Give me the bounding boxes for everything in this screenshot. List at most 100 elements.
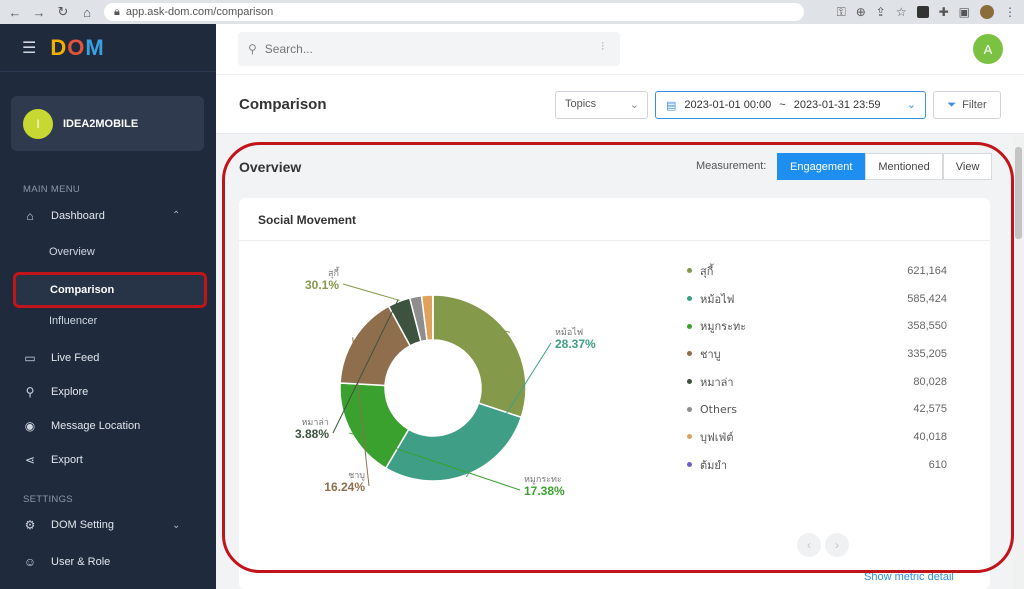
sidebar-item-overview[interactable]: Overview <box>49 246 95 258</box>
scrollbar-thumb[interactable] <box>1015 147 1022 239</box>
profile-avatar[interactable] <box>980 5 994 19</box>
sidebar-item-dashboard[interactable]: ⌂ Dashboard <box>23 209 105 223</box>
legend-item[interactable]: สุกี้ 621,164 <box>687 257 957 285</box>
legend-label: บุฟเฟ่ต์ <box>700 430 734 444</box>
legend-value: 585,424 <box>907 292 947 305</box>
legend-value: 40,018 <box>913 430 947 443</box>
legend-value: 621,164 <box>907 264 947 277</box>
back-icon[interactable]: ← <box>8 5 22 20</box>
next-page-button[interactable]: › <box>825 533 849 557</box>
extension-icon[interactable] <box>916 6 929 18</box>
legend-item[interactable]: Others 42,575 <box>687 395 957 423</box>
chevron-down-icon: ⌄ <box>629 99 639 111</box>
legend-item[interactable]: ต้มยำ 610 <box>687 451 957 479</box>
home-icon[interactable]: ⌂ <box>80 5 94 20</box>
date-range-picker[interactable]: ▤ 2023-01-01 00:00 ~ 2023-01-31 23:59 ⌄ <box>655 91 926 119</box>
donut-slice[interactable] <box>384 402 523 482</box>
page-header: Comparison Topics ⌄ ▤ 2023-01-01 00:00 ~… <box>216 74 1024 134</box>
reload-icon[interactable]: ↻ <box>56 4 70 20</box>
menu-dots-icon[interactable]: ⋮ <box>1004 5 1016 19</box>
overview-title: Overview <box>239 159 302 175</box>
mentioned-button[interactable]: Mentioned <box>865 153 943 180</box>
chevron-down-icon: ⌄ <box>906 99 916 111</box>
search-input[interactable] <box>264 42 565 56</box>
sidebar-item-label: Live Feed <box>51 352 100 364</box>
legend-item[interactable]: หมาล่า 80,028 <box>687 368 957 396</box>
legend-item[interactable]: หม้อไฟ 585,424 <box>687 285 957 313</box>
scrollbar[interactable] <box>1013 135 1024 589</box>
sidepanel-icon[interactable]: ▣ <box>959 5 970 19</box>
filter-button[interactable]: ⏷ Filter <box>933 91 1001 119</box>
url-text: app.ask-dom.com/comparison <box>125 6 274 18</box>
funnel-icon: ⏷ <box>947 98 957 111</box>
chevron-up-icon[interactable]: ⌃ <box>172 210 180 221</box>
share-icon[interactable]: ⇪ <box>876 5 886 19</box>
top-bar: ⚲ ⫶ A <box>216 24 1024 74</box>
date-end: 2023-01-31 23:59 <box>793 99 881 111</box>
key-icon[interactable]: ⚿ <box>837 5 846 20</box>
legend-value: 358,550 <box>907 320 947 333</box>
legend-label: หม้อไฟ <box>700 292 735 306</box>
sidebar-item-influencer[interactable]: Influencer <box>49 315 97 327</box>
sidebar-item-comparison[interactable]: Comparison <box>13 272 207 308</box>
location-pin-icon: ◉ <box>24 419 36 433</box>
slice-percent-label: 28.37% <box>555 337 596 351</box>
gear-icon: ⚙ <box>24 518 36 532</box>
date-separator: ~ <box>779 99 786 111</box>
prev-page-button[interactable]: ‹ <box>797 533 821 557</box>
org-avatar: I <box>23 108 53 139</box>
show-metric-detail-link[interactable]: Show metric detail <box>864 571 954 583</box>
slice-percent-label: 16.24% <box>324 480 365 494</box>
legend-dot <box>687 323 692 329</box>
view-button[interactable]: View <box>942 153 993 180</box>
sidebar-item-explore[interactable]: ⚲ Explore <box>23 385 89 399</box>
page-title: Comparison <box>239 96 327 113</box>
legend-pager: ‹ › <box>797 533 849 557</box>
legend-dot <box>687 462 692 468</box>
search-icon: ⚲ <box>25 385 35 399</box>
legend-label: ต้มยำ <box>700 458 728 472</box>
slice-percent-label: 30.1% <box>305 278 339 292</box>
legend-item[interactable]: หมูกระทะ 358,550 <box>687 312 957 340</box>
sidebar-item-label: Dashboard <box>51 210 105 222</box>
share-nodes-icon: ⋖ <box>24 453 36 467</box>
engagement-button[interactable]: Engagement <box>777 153 866 180</box>
forward-icon[interactable]: → <box>32 5 46 20</box>
browser-actions: ⚿ ⊕ ⇪ ☆ ✚ ▣ ⋮ <box>837 5 1016 20</box>
filter-label: Filter <box>962 99 987 111</box>
legend-dot <box>687 351 692 357</box>
puzzle-icon[interactable]: ✚ <box>939 5 949 19</box>
org-card[interactable]: I IDEA2MOBILE <box>11 96 204 151</box>
sidebar-item-message-location[interactable]: ◉ Message Location <box>23 419 141 433</box>
sidebar-item-dom-setting[interactable]: ⚙ DOM Setting <box>23 518 114 532</box>
card-divider <box>239 240 990 241</box>
zoom-icon[interactable]: ⊕ <box>856 5 866 19</box>
hamburger-icon[interactable]: ☰ <box>22 38 36 58</box>
search-box: ⚲ ⫶ <box>238 32 620 66</box>
sidebar-item-user-role[interactable]: ☺ User & Role <box>23 555 110 569</box>
user-icon: ☺ <box>23 555 37 569</box>
dom-logo[interactable]: DOM <box>50 35 104 61</box>
legend-dot <box>687 268 692 274</box>
sidebar-item-label: DOM Setting <box>51 519 114 531</box>
topics-select[interactable]: Topics ⌄ <box>555 91 648 119</box>
legend-item[interactable]: บุฟเฟ่ต์ 40,018 <box>687 423 957 451</box>
chat-icon: ▭ <box>24 351 36 365</box>
home-icon: ⌂ <box>26 209 34 223</box>
bookmark-star-icon[interactable]: ☆ <box>896 5 907 19</box>
legend-item[interactable]: ชาบู 335,205 <box>687 340 957 368</box>
legend-dot <box>687 296 692 302</box>
sidebar-item-label: Comparison <box>50 284 115 296</box>
org-name: IDEA2MOBILE <box>63 117 139 130</box>
address-bar[interactable]: 🔒︎ app.ask-dom.com/comparison <box>104 3 804 21</box>
sidebar-item-export[interactable]: ⋖ Export <box>23 453 83 467</box>
chevron-down-icon[interactable]: ⌄ <box>172 520 180 531</box>
donut-chart: สุกี้30.1%หม้อไฟ28.37%หมูกระทะ17.38%ชาบู… <box>295 266 596 498</box>
legend-dot <box>687 379 692 385</box>
donut-slice[interactable] <box>432 294 527 419</box>
sidebar-item-live-feed[interactable]: ▭ Live Feed <box>23 351 99 365</box>
slice-percent-label: 3.88% <box>295 427 329 441</box>
legend-label: หมูกระทะ <box>700 320 747 334</box>
user-avatar[interactable]: A <box>973 34 1003 64</box>
sliders-icon[interactable]: ⫶ <box>601 41 604 54</box>
